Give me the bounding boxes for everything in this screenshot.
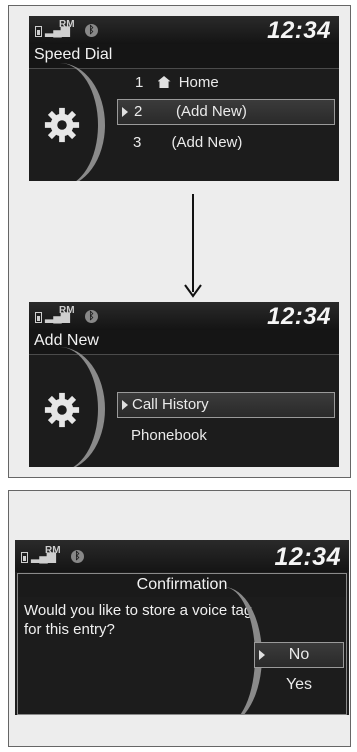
confirmation-screen: ▂▄▆ RM ᛒ 12:34 Confirmation Would you li… (15, 540, 349, 715)
roam-indicator: RM (59, 19, 75, 30)
item-label: Call History (132, 396, 209, 413)
status-bar: ▂▄▆ RM ᛒ 12:34 (29, 16, 339, 44)
menu-arc (29, 347, 105, 467)
yes-button[interactable]: Yes (254, 676, 344, 694)
no-label: No (288, 646, 310, 663)
selection-arrow-icon (122, 400, 128, 410)
menu-area: 1 Home 2 (Add New) 3 (Add New) (29, 63, 339, 181)
battery-icon (35, 312, 42, 323)
clock: 12:34 (267, 17, 331, 44)
status-icons: ▂▄▆ RM ᛒ (35, 305, 113, 326)
roam-indicator: RM (59, 305, 75, 316)
status-bar: ▂▄▆ RM ᛒ 12:34 (29, 302, 339, 330)
clock: 12:34 (274, 543, 341, 571)
status-icons: ▂▄▆ RM ᛒ (35, 19, 113, 40)
selected-list-item[interactable]: Call History (117, 392, 335, 418)
bluetooth-icon: ᛒ (85, 310, 98, 323)
home-icon (157, 76, 171, 88)
list-item[interactable]: Phonebook (131, 427, 207, 444)
down-arrow-icon (192, 194, 194, 292)
speed-dial-screen: ▂▄▆ RM ᛒ 12:34 Speed Dial 1 Home 2 (Add … (29, 16, 339, 181)
status-bar: ▂▄▆ RM ᛒ 12:34 (15, 540, 349, 572)
item-label: Home (178, 74, 219, 91)
no-button[interactable]: No (254, 642, 344, 668)
bluetooth-icon: ᛒ (71, 550, 84, 563)
selected-list-item[interactable]: 2 (Add New) (117, 99, 335, 125)
roam-indicator: RM (45, 545, 61, 556)
item-label: (Add New) (171, 134, 243, 151)
selection-arrow-icon (122, 107, 128, 117)
list-item[interactable]: 3 (Add New) (133, 134, 242, 151)
menu-arc (186, 587, 262, 715)
top-panel: ▂▄▆ RM ᛒ 12:34 Speed Dial 1 Home 2 (Add … (8, 5, 351, 478)
item-number: 3 (133, 134, 142, 151)
menu-area: Call History Phonebook (29, 347, 339, 467)
battery-icon (35, 26, 42, 37)
dialog-body: Would you like to store a voice tag for … (17, 587, 347, 715)
battery-icon (21, 552, 28, 563)
bluetooth-icon: ᛒ (85, 24, 98, 37)
menu-arc (29, 63, 105, 181)
dialog-title-bar: Confirmation (17, 573, 347, 598)
dialog-title: Confirmation (136, 576, 228, 593)
status-icons: ▂▄▆ RM ᛒ (21, 545, 99, 566)
clock: 12:34 (267, 303, 331, 330)
item-number: 2 (134, 103, 143, 120)
item-number: 1 (135, 74, 144, 91)
item-label: (Add New) (176, 103, 247, 120)
screen-title-bar: Speed Dial (29, 44, 339, 69)
item-label: Phonebook (131, 427, 207, 444)
screen-title: Speed Dial (34, 46, 113, 63)
bottom-panel: ▂▄▆ RM ᛒ 12:34 Confirmation Would you li… (8, 490, 351, 747)
yes-label: Yes (285, 676, 313, 693)
down-arrow-head (184, 284, 202, 298)
add-new-screen: ▂▄▆ RM ᛒ 12:34 Add New Call History Phon… (29, 302, 339, 467)
list-item[interactable]: 1 Home (135, 74, 219, 91)
